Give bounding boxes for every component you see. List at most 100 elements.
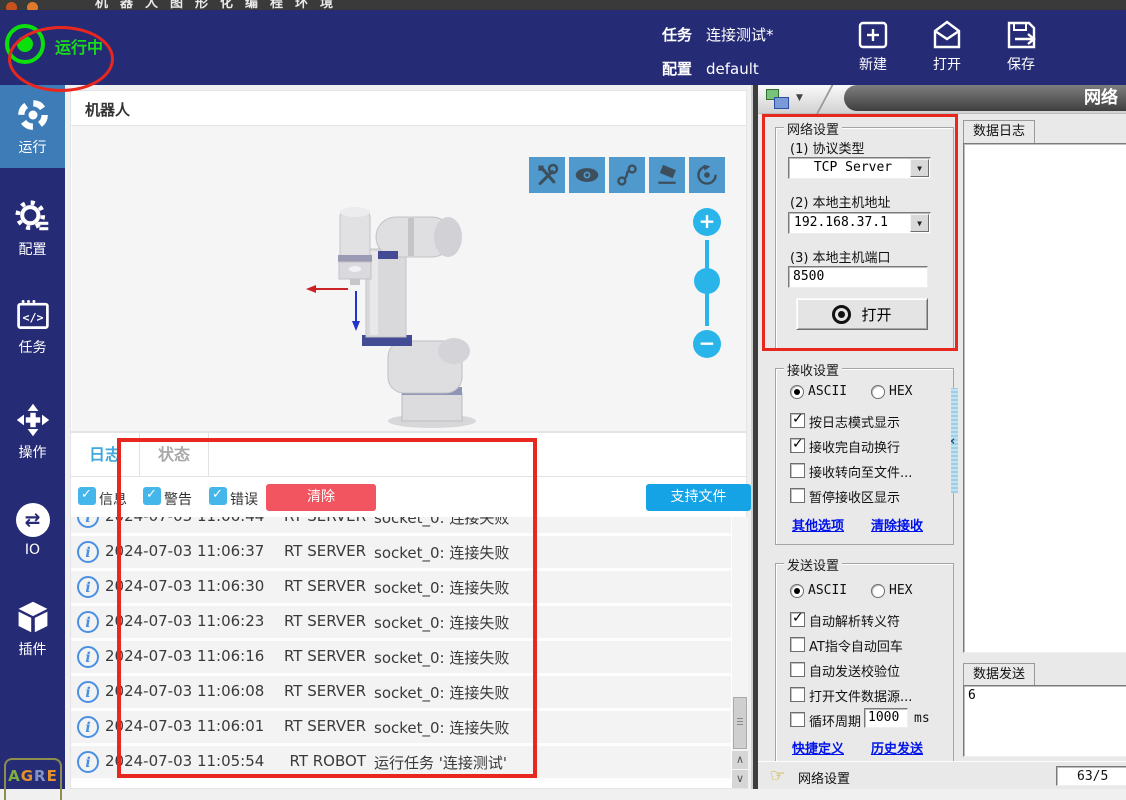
sidebar-item-io[interactable]: ⇄ IO: [0, 500, 65, 558]
receive-settings-group: 接收设置 ASCII HEX 按日志模式显示 接收完自动换行 接收转向至文件..…: [775, 368, 954, 545]
sidebar-label-task: 任务: [0, 337, 65, 357]
send-file-source-checkbox[interactable]: [790, 687, 805, 702]
window-control-dot[interactable]: [6, 2, 17, 10]
tools-icon: [535, 163, 559, 187]
protocol-type-label: (1) 协议类型: [790, 138, 865, 157]
log-scrollbar-thumb[interactable]: [733, 697, 747, 749]
zoom-in-button[interactable]: +: [693, 208, 721, 236]
status-counter-text: 63/5: [1077, 769, 1108, 784]
log-time: 2024-07-03 11:06:30: [105, 577, 264, 595]
scroll-down-button[interactable]: ∨: [732, 770, 748, 788]
send-at-cr-checkbox[interactable]: [790, 637, 805, 652]
logo-letter: R: [34, 767, 47, 785]
recv-log-mode-checkbox[interactable]: [790, 413, 805, 428]
window-titlebar: 机器人图形化编程环境: [0, 0, 1126, 10]
history-send-link[interactable]: 历史发送: [871, 738, 923, 757]
network-settings-group: 网络设置 (1) 协议类型 TCP Server (2) 本地主机地址 192.…: [775, 127, 954, 350]
network-connection-icon[interactable]: [766, 89, 790, 109]
task-value: 连接测试*: [706, 26, 774, 44]
filter-error-checkbox[interactable]: [209, 487, 227, 505]
send-cycle-checkbox[interactable]: [790, 712, 805, 727]
filter-info-checkbox[interactable]: [78, 487, 96, 505]
robot-clear-button[interactable]: [649, 157, 685, 193]
host-port-label: (3) 本地主机端口: [790, 247, 891, 266]
filter-warning-checkbox[interactable]: [143, 487, 161, 505]
sidebar-item-config[interactable]: 配置: [0, 197, 65, 259]
robot-3d-view[interactable]: + −: [72, 126, 746, 431]
log-time: 2024-07-03 11:06:37: [105, 542, 264, 560]
log-list[interactable]: 2024-07-03 11:06:44 RT SERVER socket_0: …: [71, 517, 731, 788]
dropdown-arrow-icon[interactable]: [910, 159, 929, 177]
collapse-left-icon: ‹: [950, 434, 955, 449]
reset-view-icon: [695, 163, 719, 187]
sidebar-item-task[interactable]: </> 任务: [0, 295, 65, 357]
robot-tools-button[interactable]: [529, 157, 565, 193]
robot-reset-view-button[interactable]: [689, 157, 725, 193]
eye-icon: [574, 163, 600, 187]
chevron-down-icon[interactable]: ▼: [796, 93, 803, 103]
dropdown-arrow-icon[interactable]: [910, 214, 929, 232]
log-filter-bar: 信息 警告 错误 清除 支持文件: [71, 477, 746, 517]
recv-ascii-radio[interactable]: [790, 385, 804, 399]
open-task-button[interactable]: 打开: [915, 19, 979, 74]
host-address-select[interactable]: 192.168.37.1: [788, 212, 931, 234]
robot-trace-button[interactable]: [609, 157, 645, 193]
recv-pause-checkbox[interactable]: [790, 488, 805, 503]
send-checksum-checkbox[interactable]: [790, 662, 805, 677]
send-escape-checkbox[interactable]: [790, 612, 805, 627]
send-hex-radio[interactable]: [871, 584, 885, 598]
sidebar-item-plugin[interactable]: 插件: [0, 597, 65, 659]
zoom-slider: + −: [691, 208, 723, 358]
log-message: socket_0: 连接失败: [374, 577, 509, 598]
data-send-input[interactable]: 6: [963, 685, 1126, 757]
run-status-dot: [17, 36, 33, 52]
recv-to-file-checkbox[interactable]: [790, 463, 805, 478]
recv-hex-radio[interactable]: [871, 385, 885, 399]
zoom-out-button[interactable]: −: [693, 330, 721, 358]
robot-panel-header: 机器人: [71, 91, 746, 126]
send-cycle-label: 循环周期: [809, 711, 861, 730]
network-status-bar: ☞ 网络设置 63/5: [758, 761, 1126, 789]
receive-settings-title: 接收设置: [784, 360, 842, 379]
network-toolbar: ▼ 网络: [758, 85, 1126, 114]
clear-receive-link[interactable]: 清除接收: [871, 515, 923, 534]
log-row: 2024-07-03 11:06:23 RT SERVER socket_0: …: [71, 606, 731, 641]
panel-splitter[interactable]: ‹: [951, 388, 958, 493]
send-settings-title: 发送设置: [784, 555, 842, 574]
recv-newline-checkbox[interactable]: [790, 438, 805, 453]
log-source: RT SERVER: [271, 717, 366, 735]
new-task-label: 新建: [841, 54, 905, 74]
other-options-link[interactable]: 其他选项: [792, 515, 844, 534]
tab-log[interactable]: 日志: [71, 433, 140, 476]
data-log-area[interactable]: [963, 143, 1126, 653]
log-panel: 日志 状态 信息 警告 错误 清除 支持文件 2024-07-03 11:06:…: [70, 432, 747, 789]
sidebar-item-run[interactable]: 运行: [0, 85, 65, 168]
save-task-button[interactable]: 保存: [989, 19, 1053, 74]
io-swap-icon: ⇄: [0, 500, 65, 540]
tab-data-send[interactable]: 数据发送: [963, 663, 1035, 686]
eraser-icon: [654, 163, 680, 187]
zoom-slider-handle[interactable]: [694, 268, 720, 294]
cycle-unit-label: ms: [914, 711, 930, 726]
tab-status[interactable]: 状态: [140, 433, 209, 476]
sidebar-item-operate[interactable]: 操作: [0, 400, 65, 462]
clear-log-button[interactable]: 清除: [266, 484, 376, 511]
tab-data-log[interactable]: 数据日志: [963, 120, 1035, 144]
quick-define-link[interactable]: 快捷定义: [792, 738, 844, 757]
send-ascii-radio[interactable]: [790, 584, 804, 598]
network-settings-title: 网络设置: [784, 119, 842, 138]
support-file-button[interactable]: 支持文件: [646, 484, 751, 511]
send-checksum-label: 自动发送校验位: [809, 661, 900, 680]
cycle-period-input[interactable]: 1000: [864, 708, 908, 728]
host-port-input[interactable]: 8500: [788, 266, 928, 288]
new-task-button[interactable]: 新建: [841, 19, 905, 74]
log-message: 运行任务 '连接测试': [374, 752, 507, 773]
log-row: 2024-07-03 11:06:30 RT SERVER socket_0: …: [71, 571, 731, 606]
cube-icon: [0, 597, 65, 637]
open-connection-button[interactable]: 打开: [796, 298, 928, 330]
robot-visibility-button[interactable]: [569, 157, 605, 193]
protocol-type-select[interactable]: TCP Server: [788, 157, 931, 179]
protocol-type-value: TCP Server: [789, 158, 912, 178]
log-scrollbar[interactable]: ∧ ∨: [732, 517, 748, 788]
scroll-up-button[interactable]: ∧: [732, 751, 748, 769]
